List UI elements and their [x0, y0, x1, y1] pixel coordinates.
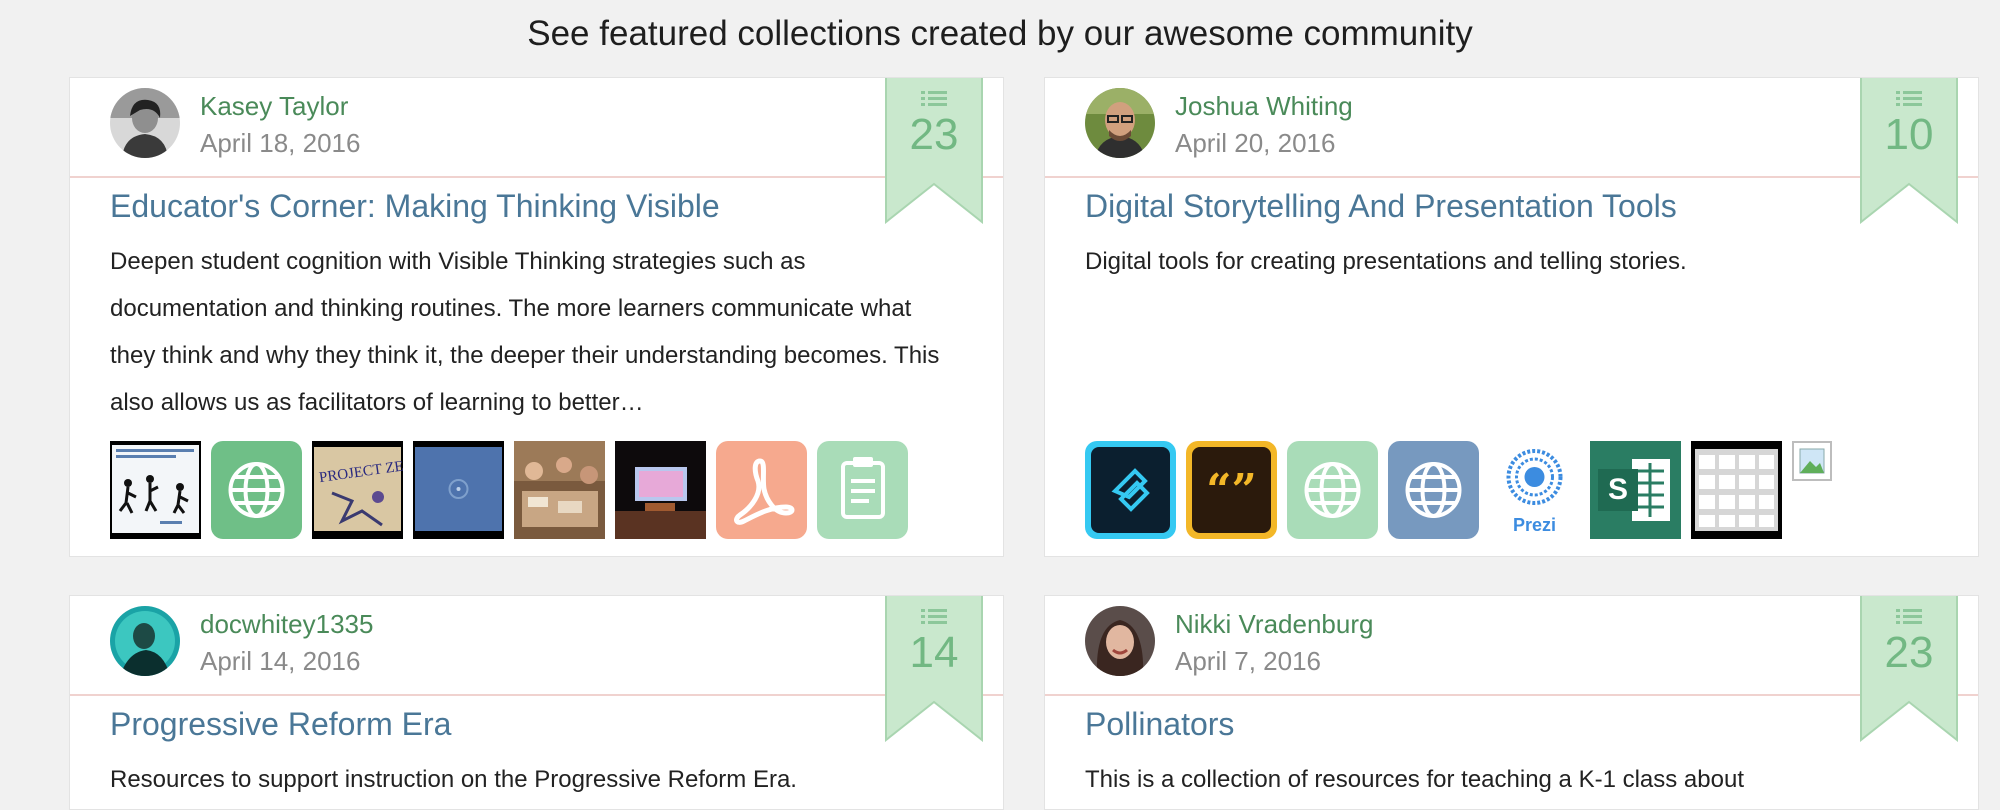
collection-date: April 14, 2016: [200, 646, 361, 676]
page-heading: See featured collections created by our …: [527, 14, 1473, 53]
avatar[interactable]: [1085, 606, 1155, 676]
resource-count: 10: [1884, 110, 1934, 159]
video-thumbnail[interactable]: [413, 441, 504, 539]
avatar[interactable]: [110, 88, 180, 158]
collection-title[interactable]: Pollinators: [1085, 706, 1234, 743]
globe-icon[interactable]: [1388, 441, 1479, 539]
divider: [1045, 694, 1978, 696]
collection-card[interactable]: Nikki Vradenburg April 7, 2016 23 Pollin…: [1044, 595, 1979, 810]
sway-icon[interactable]: S: [1590, 441, 1681, 539]
collection-date: April 18, 2016: [200, 128, 361, 158]
clipboard-icon[interactable]: [817, 441, 908, 539]
broken-image-icon[interactable]: [1792, 441, 1832, 481]
author-name[interactable]: Nikki Vradenburg: [1175, 609, 1373, 640]
divider: [1045, 176, 1978, 178]
divider: [70, 694, 1003, 696]
collection-card[interactable]: Kasey Taylor April 18, 2016 23 Educator'…: [69, 77, 1004, 557]
image-thumbnail[interactable]: PROJECT ZERO: [312, 441, 403, 539]
video-thumbnail[interactable]: [110, 441, 201, 539]
collection-date: April 7, 2016: [1175, 646, 1321, 676]
list-icon: [921, 91, 947, 106]
collection-card[interactable]: docwhitey1335 April 14, 2016 14 Progress…: [69, 595, 1004, 810]
collection-title[interactable]: Progressive Reform Era: [110, 706, 451, 743]
author-name[interactable]: docwhitey1335: [200, 609, 373, 640]
resource-count-ribbon: 14: [885, 596, 983, 742]
resource-count-ribbon: 23: [885, 78, 983, 224]
list-icon: [1896, 91, 1922, 106]
pdf-icon[interactable]: [716, 441, 807, 539]
collection-title[interactable]: Digital Storytelling And Presentation To…: [1085, 188, 1677, 225]
resource-count: 14: [909, 628, 959, 677]
list-icon: [1896, 609, 1922, 624]
resource-count: 23: [1884, 628, 1934, 677]
prezi-label: Prezi: [1512, 515, 1557, 535]
resource-count: 23: [909, 110, 959, 159]
avatar[interactable]: [110, 606, 180, 676]
image-thumbnail[interactable]: [514, 441, 605, 539]
collection-date: April 20, 2016: [1175, 128, 1336, 158]
collection-description: Resources to support instruction on the …: [110, 766, 797, 793]
adobe-voice-icon[interactable]: “”: [1186, 441, 1277, 539]
globe-icon[interactable]: [1287, 441, 1378, 539]
list-icon: [921, 609, 947, 624]
author-name[interactable]: Kasey Taylor: [200, 91, 348, 122]
avatar[interactable]: [1085, 88, 1155, 158]
sway-letter: S: [1607, 473, 1628, 506]
author-name[interactable]: Joshua Whiting: [1175, 91, 1353, 122]
collection-description: Digital tools for creating presentations…: [1085, 248, 1687, 275]
divider: [70, 176, 1003, 178]
svg-text:“”: “”: [1206, 465, 1257, 516]
collection-description: Deepen student cognition with Visible Th…: [110, 248, 940, 416]
grid-app-icon[interactable]: [1691, 441, 1782, 539]
collection-description: This is a collection of resources for te…: [1085, 766, 1744, 793]
globe-icon[interactable]: [211, 441, 302, 539]
adobe-slate-icon[interactable]: [1085, 441, 1176, 539]
prezi-icon[interactable]: Prezi: [1489, 441, 1580, 539]
resource-count-ribbon: 23: [1860, 596, 1958, 742]
collection-title[interactable]: Educator's Corner: Making Thinking Visib…: [110, 188, 720, 225]
collection-card[interactable]: Joshua Whiting April 20, 2016 10 Digital…: [1044, 77, 1979, 557]
image-thumbnail[interactable]: [615, 441, 706, 539]
resource-count-ribbon: 10: [1860, 78, 1958, 224]
